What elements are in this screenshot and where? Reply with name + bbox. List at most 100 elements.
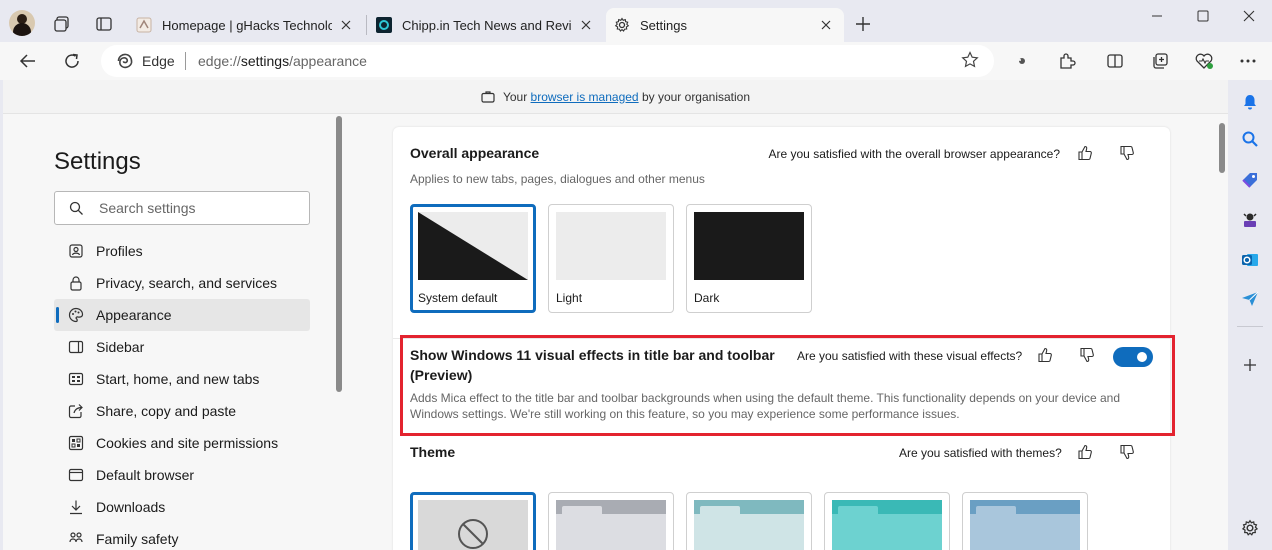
option-light[interactable]: Light <box>548 204 674 313</box>
minimize-button[interactable] <box>1134 0 1180 32</box>
sidebar-item-share[interactable]: Share, copy and paste <box>54 395 310 427</box>
edge-logo-icon <box>117 53 133 69</box>
outlook-icon[interactable] <box>1238 248 1262 272</box>
download-icon <box>67 498 85 516</box>
palette-icon <box>67 306 85 324</box>
drop-icon[interactable] <box>1238 287 1262 311</box>
address-bar[interactable]: Edge edge://settings/appearance <box>101 45 994 77</box>
cookie-icon <box>67 434 85 452</box>
option-label: Dark <box>694 291 720 305</box>
edge-sidebar <box>1228 80 1272 550</box>
profile-avatar[interactable] <box>9 10 35 36</box>
maximize-button[interactable] <box>1180 0 1226 32</box>
theme-option[interactable] <box>824 492 950 550</box>
chippin-favicon-icon <box>376 17 392 33</box>
tab-title: Settings <box>640 17 687 33</box>
close-icon[interactable] <box>336 15 356 35</box>
tab-ghacks[interactable]: Homepage | gHacks Technology <box>128 8 364 42</box>
sidebar-item-privacy[interactable]: Privacy, search, and services <box>54 267 310 299</box>
tracking-icon[interactable] <box>1008 47 1036 75</box>
new-tab-button[interactable] <box>849 10 877 38</box>
back-button[interactable] <box>14 47 42 75</box>
refresh-button[interactable] <box>58 47 86 75</box>
sidebar-item-label: Family safety <box>96 531 179 547</box>
toolbar: Edge edge://settings/appearance <box>0 42 1272 80</box>
option-dark[interactable]: Dark <box>686 204 812 313</box>
sidebar-item-downloads[interactable]: Downloads <box>54 491 310 523</box>
workspaces-icon[interactable] <box>48 10 76 38</box>
sidebar-item-profiles[interactable]: Profiles <box>54 235 310 267</box>
games-icon[interactable] <box>1238 208 1262 232</box>
no-theme-icon <box>418 500 528 550</box>
profile-icon <box>67 242 85 260</box>
theme-option[interactable] <box>686 492 812 550</box>
add-icon[interactable] <box>1238 353 1262 377</box>
share-icon <box>67 402 85 420</box>
browser-icon <box>67 466 85 484</box>
site-label: Edge <box>142 53 175 69</box>
bell-icon[interactable] <box>1238 90 1262 114</box>
sidebar-item-sidebar[interactable]: Sidebar <box>54 331 310 363</box>
sidebar-item-label: Privacy, search, and services <box>96 275 278 291</box>
overall-description: Applies to new tabs, pages, dialogues an… <box>410 172 705 186</box>
light-preview <box>556 212 666 280</box>
managed-suffix: by your organisation <box>641 89 751 104</box>
theme-option[interactable] <box>548 492 674 550</box>
briefcase-icon <box>481 90 495 103</box>
home-icon <box>67 370 85 388</box>
more-menu-icon[interactable] <box>1234 47 1262 75</box>
theme-option[interactable] <box>962 492 1088 550</box>
sidebar-item-label: Default browser <box>96 467 195 483</box>
sidebar-item-label: Start, home, and new tabs <box>96 371 260 387</box>
sidebar-scrollbar[interactable] <box>336 116 342 392</box>
favorite-star-icon[interactable] <box>961 51 979 69</box>
theme-title: Theme <box>410 444 456 460</box>
content-scrollbar[interactable] <box>1219 123 1225 173</box>
highlight-box <box>400 335 1175 436</box>
sidebar-item-default-browser[interactable]: Default browser <box>54 459 310 491</box>
thumbs-up-icon[interactable] <box>1075 143 1095 163</box>
tab-actions-icon[interactable] <box>90 10 118 38</box>
sidebar-item-appearance[interactable]: Appearance <box>54 299 310 331</box>
thumbs-down-icon[interactable] <box>1117 143 1137 163</box>
browser-essentials-icon[interactable] <box>1190 47 1218 75</box>
sidebar-item-label: Share, copy and paste <box>96 403 237 419</box>
close-window-button[interactable] <box>1226 0 1272 32</box>
tab-chippin[interactable]: Chipp.in Tech News and Reviews <box>368 8 604 42</box>
settings-page: Settings Profiles Privacy, search, and s… <box>3 114 1228 550</box>
settings-sidebar: Settings Profiles Privacy, search, and s… <box>3 114 343 550</box>
sidebar-item-label: Sidebar <box>96 339 145 355</box>
browser-managed-link[interactable]: browser is managed <box>531 90 639 104</box>
managed-banner: Your browser is managed by your organisa… <box>3 80 1228 114</box>
url-text[interactable]: edge://settings/appearance <box>198 53 367 69</box>
tab-settings[interactable]: Settings <box>606 8 844 42</box>
dark-preview <box>694 212 804 280</box>
overall-appearance-title: Overall appearance <box>410 145 540 161</box>
sidebar-item-cookies[interactable]: Cookies and site permissions <box>54 427 310 459</box>
family-icon <box>67 530 85 548</box>
gear-icon <box>614 17 630 33</box>
sidebar-item-start-home[interactable]: Start, home, and new tabs <box>54 363 310 395</box>
option-label: Light <box>556 291 583 305</box>
sidebar-item-label: Appearance <box>96 307 172 323</box>
extensions-icon[interactable] <box>1053 47 1081 75</box>
shopping-tag-icon[interactable] <box>1238 168 1262 192</box>
system-default-preview <box>418 212 528 280</box>
search-box[interactable] <box>54 191 310 225</box>
theme-none[interactable] <box>410 492 536 550</box>
search-icon[interactable] <box>1238 127 1262 151</box>
gear-icon[interactable] <box>1238 516 1262 540</box>
sidebar-item-family-safety[interactable]: Family safety <box>54 523 310 550</box>
managed-prefix: Your <box>502 89 528 104</box>
option-system-default[interactable]: System default <box>410 204 536 313</box>
close-icon[interactable] <box>816 15 836 35</box>
sidebar-icon <box>67 338 85 356</box>
sidebar-item-label: Downloads <box>96 499 166 515</box>
thumbs-down-icon[interactable] <box>1117 442 1137 462</box>
split-screen-icon[interactable] <box>1101 47 1129 75</box>
tab-strip: Homepage | gHacks Technology Chipp.in Te… <box>0 0 1272 42</box>
search-input[interactable] <box>99 198 299 218</box>
close-icon[interactable] <box>576 15 596 35</box>
thumbs-up-icon[interactable] <box>1075 442 1095 462</box>
collections-icon[interactable] <box>1146 47 1174 75</box>
